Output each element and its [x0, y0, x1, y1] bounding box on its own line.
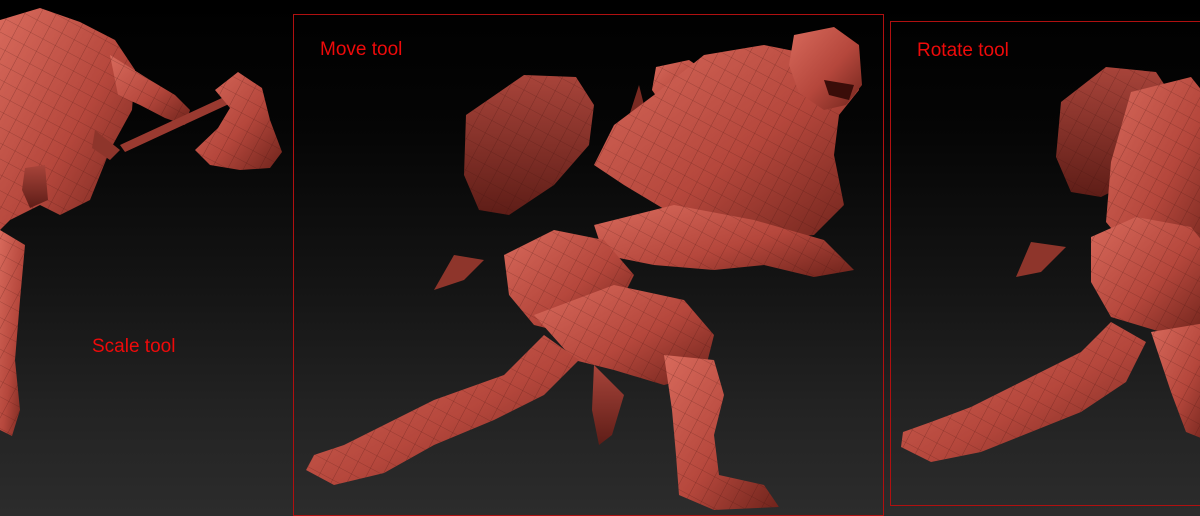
rotate-tool-label: Rotate tool: [917, 40, 1009, 61]
move-tool-panel: Move tool: [293, 14, 884, 516]
orc-warrior-running-model: [306, 27, 862, 510]
rotate-tool-panel: Rotate tool: [890, 21, 1200, 506]
orc-warrior-axe-model: [0, 8, 282, 436]
scale-tool-label: Scale tool: [92, 336, 176, 357]
zbrush-viewport: Scale tool Move tool Rotate tool: [0, 0, 1200, 516]
scale-tool-panel: Scale tool: [0, 0, 290, 516]
move-tool-label: Move tool: [320, 39, 403, 60]
orc-warrior-running-model-partial: [901, 67, 1200, 462]
